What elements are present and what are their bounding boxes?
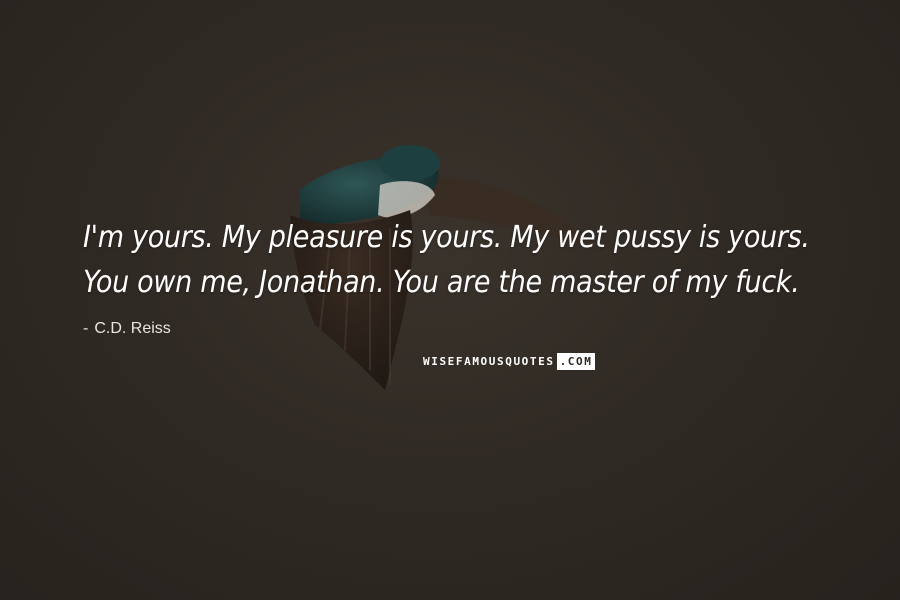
bird-head: [380, 145, 440, 181]
author-dash: -: [83, 320, 89, 337]
watermark-logo: WISEFAMOUSQUOTES .COM: [421, 353, 596, 370]
watermark-tld-text: .COM: [556, 353, 596, 370]
quote-author: - C.D. Reiss: [83, 320, 171, 338]
quote-text: I'm yours. My pleasure is yours. My wet …: [83, 220, 810, 300]
author-name: C.D. Reiss: [94, 320, 171, 337]
watermark-main-text: WISEFAMOUSQUOTES: [423, 355, 555, 368]
